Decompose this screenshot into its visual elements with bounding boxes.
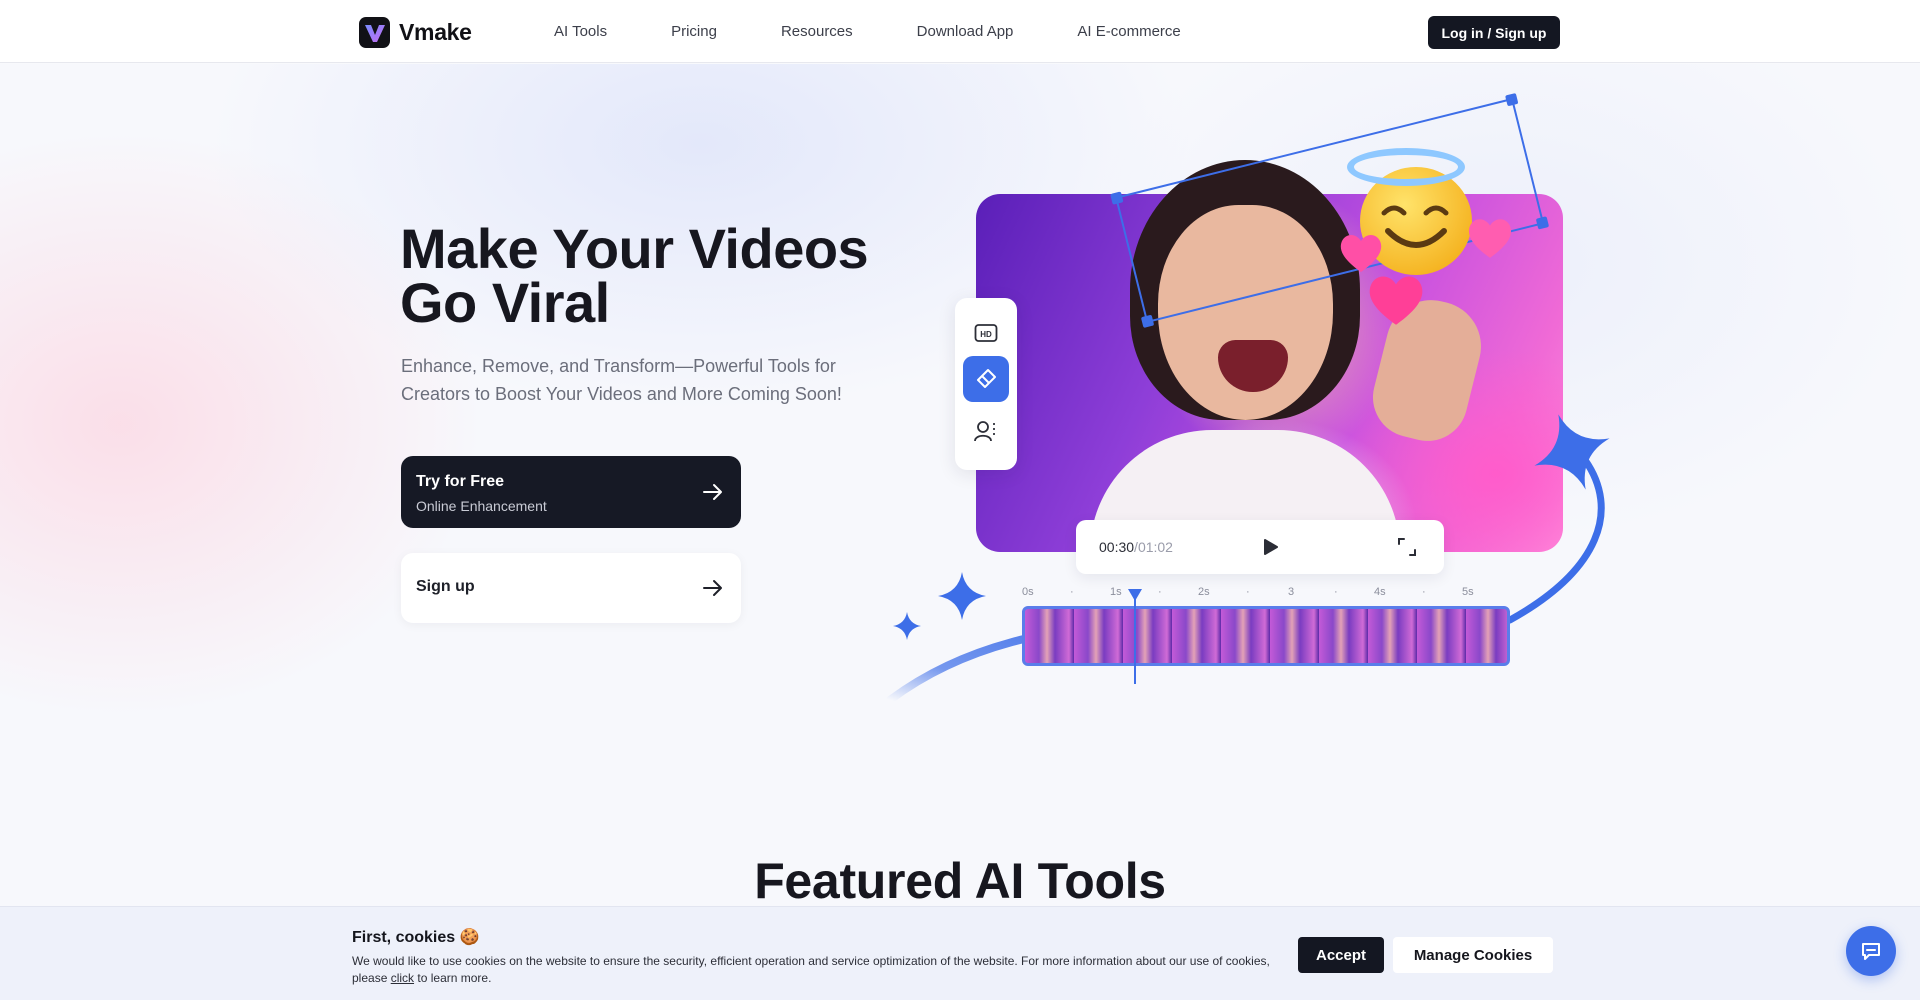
accept-cookies-button[interactable]: Accept bbox=[1298, 937, 1384, 973]
sign-up-label: Sign up bbox=[416, 578, 475, 595]
chat-support-button[interactable] bbox=[1846, 926, 1896, 976]
heart-sticker-icon bbox=[1468, 219, 1512, 258]
hd-icon: HD bbox=[974, 324, 998, 342]
arrow-right-icon bbox=[701, 576, 725, 605]
playback-time: 00:30/01:02 bbox=[1099, 539, 1173, 555]
hero-subtitle: Enhance, Remove, and Transform—Powerful … bbox=[401, 356, 842, 404]
cookie-learn-more-link[interactable]: click bbox=[391, 971, 414, 985]
timeline-tick: · bbox=[1246, 586, 1250, 598]
timeline-tick: 1s bbox=[1110, 586, 1122, 598]
tool-hd-button[interactable]: HD bbox=[963, 310, 1009, 356]
playhead-handle-icon[interactable] bbox=[1127, 588, 1143, 602]
nav-pricing[interactable]: Pricing bbox=[671, 23, 717, 40]
nav-ai-ecommerce[interactable]: AI E-commerce bbox=[1077, 23, 1180, 40]
brand-logo[interactable]: Vmake bbox=[359, 17, 472, 48]
svg-text:HD: HD bbox=[980, 330, 992, 339]
nav-ai-tools[interactable]: AI Tools bbox=[554, 23, 607, 40]
hero-title: Make Your Videos Go Viral bbox=[400, 217, 869, 334]
sparkle-star-icon bbox=[893, 612, 921, 640]
top-navigation-bar: Vmake AI Tools Pricing Resources Downloa… bbox=[0, 0, 1920, 63]
arrow-right-icon bbox=[701, 480, 725, 509]
heart-sticker-icon bbox=[1369, 276, 1423, 325]
portrait-icon bbox=[974, 421, 997, 442]
editing-tool-panel: HD bbox=[955, 298, 1017, 470]
sparkle-star-icon bbox=[938, 572, 986, 620]
timeline-tick: · bbox=[1158, 586, 1162, 598]
total-duration: 01:02 bbox=[1137, 539, 1173, 555]
main-nav: AI Tools Pricing Resources Download App … bbox=[554, 0, 1245, 63]
vmake-logo-icon bbox=[359, 17, 390, 48]
timeline-tick: 3 bbox=[1288, 586, 1295, 598]
timeline-tick: 2s bbox=[1198, 586, 1210, 598]
manage-cookies-button[interactable]: Manage Cookies bbox=[1393, 937, 1553, 973]
online-enhancement-label: Online Enhancement bbox=[416, 498, 547, 514]
cookie-title: First, cookies 🍪 bbox=[352, 929, 480, 946]
heart-sticker-icon bbox=[1340, 235, 1382, 272]
fullscreen-icon bbox=[1398, 538, 1416, 556]
current-time: 00:30 bbox=[1099, 539, 1135, 555]
timeline-playhead[interactable] bbox=[1134, 594, 1136, 684]
video-player-controls: 00:30/01:02 bbox=[1076, 520, 1444, 574]
video-timeline-filmstrip[interactable] bbox=[1022, 606, 1510, 666]
fullscreen-button[interactable] bbox=[1397, 537, 1417, 562]
timeline-ruler: 0s · 1s · 2s · 3 · 4s · 5s bbox=[1022, 586, 1512, 600]
tool-portrait-button[interactable] bbox=[963, 408, 1009, 454]
timeline-tick: 0s bbox=[1022, 586, 1034, 598]
halo-icon bbox=[1347, 148, 1465, 186]
timeline-tick: 5s bbox=[1462, 586, 1474, 598]
timeline-tick: · bbox=[1070, 586, 1074, 598]
resize-handle[interactable] bbox=[1110, 191, 1124, 205]
nav-resources[interactable]: Resources bbox=[781, 23, 853, 40]
timeline-tick: · bbox=[1334, 586, 1338, 598]
timeline-tick: 4s bbox=[1374, 586, 1386, 598]
eraser-icon bbox=[977, 369, 996, 388]
login-signup-button[interactable]: Log in / Sign up bbox=[1428, 16, 1560, 49]
cookie-message: We would like to use cookies on the webs… bbox=[352, 953, 1277, 987]
sparkle-star-icon bbox=[1534, 414, 1610, 490]
cookie-text-after: to learn more. bbox=[414, 971, 492, 985]
play-button[interactable] bbox=[1261, 538, 1279, 561]
timeline-tick: · bbox=[1422, 586, 1426, 598]
cookie-consent-banner: First, cookies 🍪 We would like to use co… bbox=[0, 906, 1920, 1000]
nav-download-app[interactable]: Download App bbox=[917, 23, 1014, 40]
featured-ai-tools-heading: Featured AI Tools bbox=[754, 853, 1166, 909]
try-for-free-button[interactable]: Try for Free Online Enhancement bbox=[401, 456, 741, 528]
tool-eraser-button[interactable] bbox=[963, 356, 1009, 402]
try-for-free-label: Try for Free bbox=[416, 473, 505, 490]
brand-name: Vmake bbox=[399, 19, 472, 45]
play-icon bbox=[1264, 539, 1278, 555]
sign-up-button[interactable]: Sign up bbox=[401, 553, 741, 623]
chat-icon bbox=[1862, 943, 1880, 960]
